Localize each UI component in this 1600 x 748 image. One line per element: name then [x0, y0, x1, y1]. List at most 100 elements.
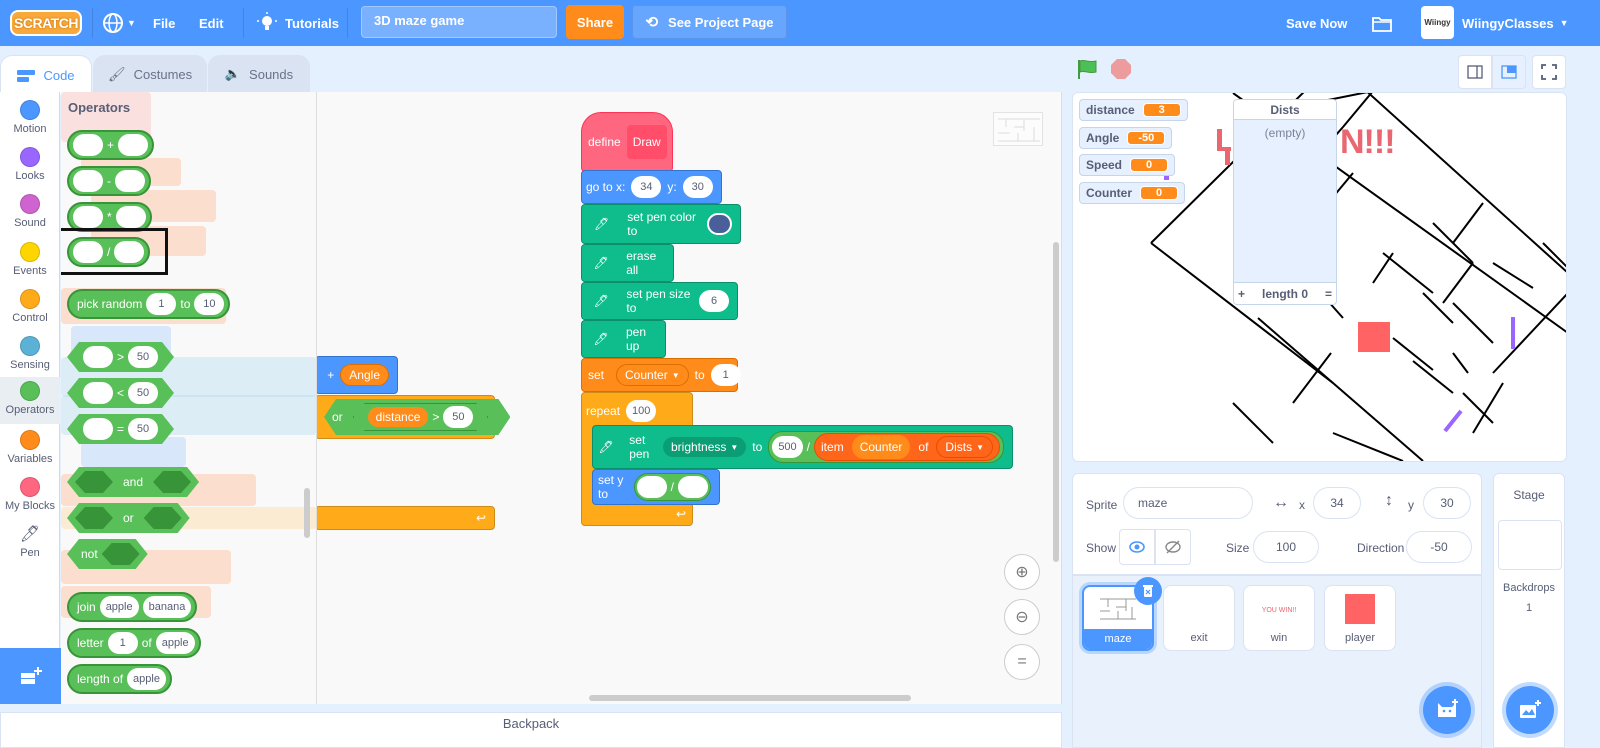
small-stage-button[interactable]	[1458, 55, 1492, 89]
pick-random-block[interactable]: pick random 1 to 10	[67, 289, 231, 319]
index-reporter[interactable]: Counter	[851, 435, 911, 459]
tab-costumes[interactable]: 🖌 Costumes	[93, 55, 207, 93]
divide-block[interactable]: /	[67, 237, 151, 267]
set-pen-param-block[interactable]: 🖊 set pen brightness ▼ to 500 / item Coun…	[592, 425, 1013, 469]
sprite-tile-exit[interactable]: exit	[1163, 585, 1235, 651]
category-looks[interactable]: Looks	[0, 143, 60, 190]
tutorials-button[interactable]: Tutorials	[257, 0, 339, 46]
language-menu[interactable]: ▼	[102, 0, 136, 46]
dragged-control-block[interactable]: or distance > 50	[317, 395, 495, 439]
category-my-blocks[interactable]: My Blocks	[0, 473, 60, 520]
monitor-counter[interactable]: Counter 0	[1079, 182, 1185, 204]
size-input[interactable]: 100	[1253, 531, 1319, 563]
set-pen-size-block[interactable]: 🖊 set pen size to 6	[581, 282, 738, 320]
distance-reporter[interactable]: distance	[368, 407, 429, 427]
pen-size-input[interactable]: 6	[699, 290, 729, 312]
fullscreen-button[interactable]	[1532, 55, 1566, 89]
add-block[interactable]: +	[67, 130, 155, 160]
workspace-vertical-scrollbar[interactable]	[1053, 242, 1059, 562]
palette-scrollbar[interactable]	[304, 488, 310, 538]
to-input[interactable]: 10	[194, 293, 225, 315]
share-button[interactable]: Share	[566, 5, 624, 39]
text-input[interactable]: apple	[155, 632, 195, 654]
tab-code[interactable]: Code	[0, 55, 92, 95]
color-swatch[interactable]	[706, 213, 732, 235]
zoom-in-button[interactable]: ⊕	[1004, 554, 1040, 590]
value-input[interactable]: 50	[128, 418, 158, 440]
x-input[interactable]: 34	[631, 176, 662, 198]
project-title-input[interactable]: 3D maze game	[361, 6, 557, 38]
sprite-tile-maze[interactable]: maze	[1082, 577, 1162, 651]
greater-than-block[interactable]: >50	[67, 342, 174, 372]
backdrop-thumbnail[interactable]	[1498, 520, 1562, 570]
list-add-button[interactable]: +	[1238, 287, 1245, 301]
add-sprite-button[interactable]	[1423, 686, 1471, 734]
not-block[interactable]: not	[67, 539, 148, 569]
edit-menu[interactable]: Edit	[199, 0, 224, 46]
value-input[interactable]: 1	[710, 364, 741, 386]
monitor-speed[interactable]: Speed 0	[1079, 154, 1176, 176]
list-resize-handle[interactable]: =	[1325, 287, 1332, 301]
y-input[interactable]: 30	[682, 176, 713, 198]
direction-input[interactable]: -50	[1406, 531, 1472, 563]
sprite-tile-win[interactable]: YOU WIN!! win	[1243, 585, 1315, 651]
equals-block[interactable]: = 50	[67, 414, 174, 444]
numerator-input[interactable]: 500	[772, 436, 803, 458]
file-menu[interactable]: File	[153, 0, 175, 46]
delete-sprite-button[interactable]	[1134, 577, 1162, 605]
text-input[interactable]: apple	[127, 668, 166, 690]
add-backdrop-button[interactable]	[1506, 686, 1554, 734]
variable-dropdown[interactable]: Counter ▼	[616, 364, 689, 386]
category-motion[interactable]: Motion	[0, 96, 60, 143]
zoom-reset-button[interactable]: =	[1004, 644, 1040, 680]
x-input[interactable]: 34	[1313, 487, 1361, 519]
category-variables[interactable]: Variables	[0, 426, 60, 473]
category-events[interactable]: Events	[0, 238, 60, 285]
set-pen-color-block[interactable]: 🖊 set pen color to	[581, 204, 741, 244]
set-variable-block[interactable]: set Counter ▼ to 1	[581, 358, 741, 392]
show-sprite-button[interactable]	[1119, 529, 1155, 565]
category-sound[interactable]: Sound	[0, 190, 60, 237]
category-pen[interactable]: 🖊 Pen	[0, 520, 60, 567]
empty-slot[interactable]	[678, 476, 708, 498]
item-of-list-reporter[interactable]: item Counter of Dists ▼	[814, 433, 1000, 461]
from-input[interactable]: 1	[146, 293, 177, 315]
category-operators[interactable]: Operators	[0, 377, 60, 424]
monitor-distance[interactable]: distance 3	[1079, 99, 1188, 121]
scratch-logo[interactable]: SCRATCH	[10, 10, 82, 36]
my-stuff-button[interactable]	[1372, 0, 1392, 46]
procedure-name[interactable]: Draw	[626, 125, 667, 159]
avatar[interactable]: Wiingy	[1421, 6, 1454, 39]
stop-button[interactable]	[1110, 58, 1132, 83]
subtract-block[interactable]: -	[67, 166, 151, 196]
pen-param-dropdown[interactable]: brightness ▼	[663, 437, 747, 457]
value-input[interactable]: 50	[128, 346, 158, 368]
backpack[interactable]: Backpack	[0, 712, 1062, 748]
define-block[interactable]: define Draw	[581, 112, 673, 172]
index-input[interactable]: 1	[107, 632, 138, 654]
angle-reporter[interactable]: Angle	[340, 364, 389, 386]
account-menu[interactable]: WiingyClasses ▼	[1462, 0, 1569, 46]
or-condition[interactable]: or distance > 50	[324, 399, 510, 435]
workspace-horizontal-scrollbar[interactable]	[589, 695, 911, 701]
sprite-name-input[interactable]: maze	[1123, 487, 1253, 519]
list-dropdown[interactable]: Dists ▼	[936, 436, 993, 458]
repeat-count-input[interactable]: 100	[626, 400, 657, 422]
hide-sprite-button[interactable]	[1155, 529, 1191, 565]
tab-sounds[interactable]: 🔈 Sounds	[208, 55, 310, 93]
pen-up-block[interactable]: 🖊 pen up	[581, 320, 666, 358]
green-flag-button[interactable]	[1076, 58, 1100, 83]
script-workspace[interactable]: + Angle or distance > 50 ↩ define Draw g…	[317, 92, 1062, 704]
add-extension-button[interactable]	[0, 648, 61, 704]
greater-than-condition[interactable]: distance > 50	[353, 403, 489, 431]
list-monitor-dists[interactable]: Dists (empty) + length 0 =	[1233, 99, 1337, 305]
dragged-motion-block[interactable]: + Angle	[317, 356, 398, 394]
y-input[interactable]: 30	[1423, 487, 1471, 519]
text-input[interactable]: apple	[99, 596, 139, 618]
monitor-angle[interactable]: Angle -50	[1079, 127, 1173, 149]
or-block[interactable]: or	[67, 503, 190, 533]
value-input[interactable]: 50	[443, 406, 473, 428]
erase-all-block[interactable]: 🖊 erase all	[581, 244, 674, 282]
less-than-block[interactable]: <50	[67, 378, 174, 408]
empty-slot[interactable]	[636, 476, 667, 498]
